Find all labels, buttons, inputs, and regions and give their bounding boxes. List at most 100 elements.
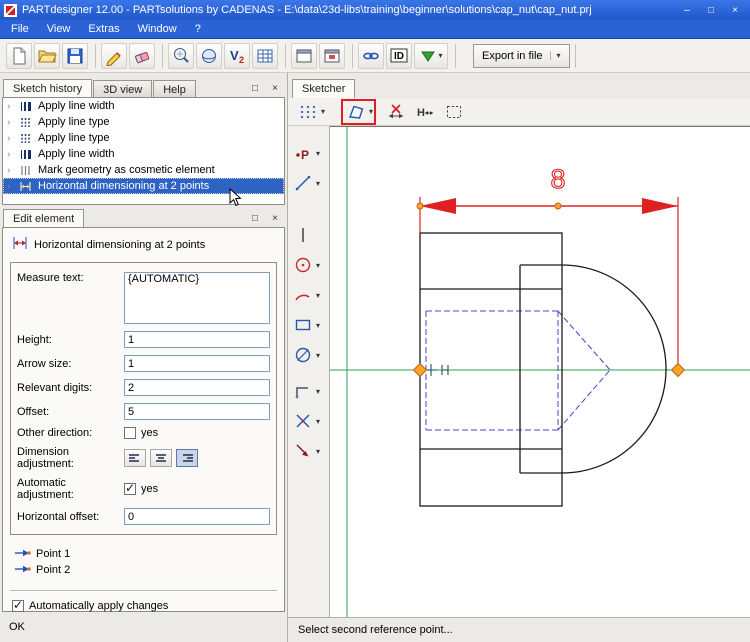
sketcher-canvas[interactable]: 8 (330, 126, 750, 618)
point-handle-diamond[interactable] (670, 362, 686, 378)
toolbar-separator (574, 43, 576, 68)
history-row[interactable]: › Apply line type (3, 114, 284, 130)
ellipse-tool[interactable]: ▾ (291, 342, 329, 368)
expander-icon[interactable]: › (7, 133, 19, 144)
pencil-icon[interactable] (101, 42, 127, 69)
caret-down-icon[interactable]: ▾ (316, 351, 320, 360)
offset-label: Offset: (17, 405, 50, 418)
caret-down-icon[interactable]: ▾ (321, 107, 325, 116)
horizontal-offset-input[interactable] (124, 508, 270, 525)
menu-help[interactable]: ? (186, 20, 210, 38)
point-handle[interactable] (416, 202, 424, 210)
panel-float-icon[interactable]: □ (248, 212, 262, 225)
expander-icon[interactable]: › (7, 117, 19, 128)
caret-down-icon[interactable]: ▾ (316, 417, 320, 426)
menu-view[interactable]: View (38, 20, 80, 38)
measure-text-label: Measure text: (17, 272, 84, 284)
history-row[interactable]: › Apply line width (3, 98, 284, 114)
tab-sketcher[interactable]: Sketcher (292, 79, 356, 98)
sphere-icon[interactable] (196, 42, 222, 69)
point-1-row[interactable]: Point 1 (14, 546, 277, 562)
variables-icon[interactable]: V2 (224, 42, 250, 69)
panel-float-icon[interactable]: □ (248, 82, 262, 95)
id-icon[interactable]: ID (386, 42, 412, 69)
maximize-button[interactable]: □ (700, 3, 722, 18)
align-right-button[interactable] (176, 449, 198, 467)
arc-tool[interactable]: ▾ (291, 282, 329, 308)
caret-down-icon[interactable]: ▾ (316, 179, 320, 188)
horizontal-dimension-icon[interactable]: H (413, 101, 437, 123)
green-dropdown-icon[interactable]: ▾ (414, 42, 448, 69)
tab-help[interactable]: Help (153, 80, 196, 98)
height-input[interactable] (124, 331, 270, 348)
caret-down-icon[interactable]: ▾ (316, 447, 320, 456)
relevant-digits-input[interactable] (124, 379, 270, 396)
other-direction-checkbox[interactable] (124, 427, 136, 439)
minimize-button[interactable]: – (676, 3, 698, 18)
point-2-row[interactable]: Point 2 (14, 562, 277, 578)
tab-3d-view[interactable]: 3D view (93, 80, 153, 98)
menu-extras[interactable]: Extras (79, 20, 128, 38)
save-icon[interactable] (62, 42, 88, 69)
new-document-icon[interactable] (6, 42, 32, 69)
expander-icon[interactable]: › (7, 181, 19, 192)
point-tool[interactable]: P ▾ (291, 140, 329, 166)
caret-down-icon[interactable]: ▾ (316, 149, 320, 158)
menu-window[interactable]: Window (129, 20, 186, 38)
caret-down-icon[interactable]: ▾ (316, 291, 320, 300)
expander-icon[interactable]: › (7, 101, 19, 112)
apply-changes-checkbox[interactable] (12, 598, 24, 612)
toolbar-separator (285, 43, 286, 68)
caret-down-icon[interactable]: ▾ (369, 107, 373, 116)
eraser-icon[interactable] (129, 42, 155, 69)
expander-icon[interactable]: › (7, 149, 19, 160)
align-center-button[interactable] (150, 449, 172, 467)
preview-zoom-icon[interactable] (168, 42, 194, 69)
selection-box-icon[interactable] (442, 101, 466, 123)
fillet-tool[interactable]: ▾ (291, 378, 329, 404)
move-tool[interactable]: ▾ (291, 438, 329, 464)
offset-input[interactable] (124, 403, 270, 420)
history-row[interactable]: › Apply line width (3, 146, 284, 162)
caret-down-icon[interactable]: ▾ (316, 321, 320, 330)
table-icon[interactable] (252, 42, 278, 69)
grid-snap-icon[interactable] (296, 101, 320, 123)
caret-down-icon[interactable]: ▾ (549, 51, 561, 60)
menu-file[interactable]: File (2, 20, 38, 38)
dimension-tool-icon[interactable] (344, 101, 368, 123)
align-left-button[interactable] (124, 449, 146, 467)
open-folder-icon[interactable] (34, 42, 60, 69)
measure-text-input[interactable]: {AUTOMATIC} (124, 272, 270, 324)
trim-tool[interactable]: ▾ (291, 408, 329, 434)
delete-dimension-icon[interactable] (384, 101, 408, 123)
apply-changes-row[interactable]: Automatically apply changes (12, 598, 277, 612)
reference-point-handles[interactable] (412, 202, 686, 378)
close-button[interactable]: × (724, 3, 746, 18)
arrow-size-input[interactable] (124, 355, 270, 372)
sketcher-tabs: Sketcher (292, 79, 356, 98)
history-row[interactable]: › Apply line type (3, 130, 284, 146)
relevant-digits-label: Relevant digits: (17, 381, 93, 394)
panel-close-icon[interactable]: × (268, 82, 282, 95)
line-tool[interactable]: ▾ (291, 170, 329, 196)
tab-sketch-history[interactable]: Sketch history (3, 79, 93, 98)
point-2-label: Point 2 (36, 564, 71, 576)
polyline-tool[interactable] (291, 222, 329, 248)
snap-marker (426, 364, 449, 376)
automatic-adjustment-yes-label: yes (141, 483, 159, 495)
panel-close-icon[interactable]: × (268, 212, 282, 225)
caret-down-icon[interactable]: ▾ (316, 387, 320, 396)
history-row[interactable]: › Mark geometry as cosmetic element (3, 162, 284, 178)
caret-down-icon[interactable]: ▾ (316, 261, 320, 270)
export-in-file-button[interactable]: Export in file ▾ (473, 43, 570, 68)
window-part-icon[interactable] (319, 42, 345, 69)
circle-tool[interactable]: ▾ (291, 252, 329, 278)
point-handle[interactable] (554, 202, 562, 210)
rectangle-tool[interactable]: ▾ (291, 312, 329, 338)
window-icon[interactable] (291, 42, 317, 69)
automatic-adjustment-checkbox[interactable] (124, 481, 136, 495)
tab-edit-element[interactable]: Edit element (3, 209, 85, 228)
link-icon[interactable] (358, 42, 384, 69)
expander-icon[interactable]: › (7, 165, 19, 176)
point-handle-diamond[interactable] (412, 362, 428, 378)
